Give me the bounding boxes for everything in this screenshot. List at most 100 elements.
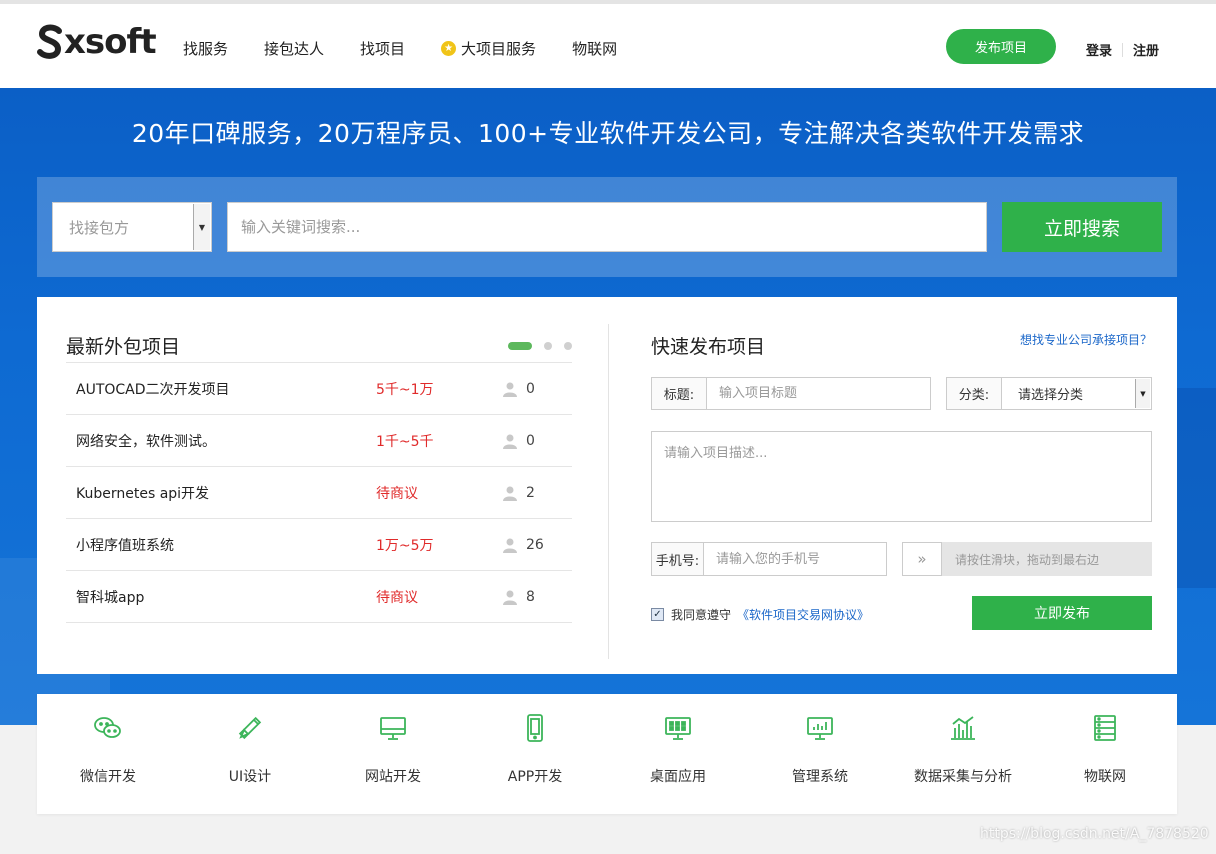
project-price: 1千~5千 bbox=[376, 433, 434, 450]
mobile-icon bbox=[527, 714, 543, 742]
category-select[interactable]: 请选择分类 ▼ bbox=[1002, 378, 1151, 409]
nav-contractors[interactable]: 接包达人 bbox=[264, 38, 324, 59]
logo-text: xsoft bbox=[64, 22, 157, 62]
project-row[interactable]: 小程序值班系统 1万~5万 26 bbox=[66, 519, 572, 571]
category-field-group: 分类: 请选择分类 ▼ bbox=[946, 377, 1152, 410]
bid-count: 26 bbox=[526, 536, 544, 553]
project-row[interactable]: Kubernetes api开发 待商议 2 bbox=[66, 467, 572, 519]
search-button[interactable]: 立即搜索 bbox=[1002, 202, 1162, 252]
nav-label: 找项目 bbox=[360, 40, 406, 58]
auth-separator bbox=[1122, 42, 1124, 57]
bid-count: 8 bbox=[526, 588, 535, 605]
category-app[interactable]: APP开发 bbox=[464, 694, 606, 814]
agreement-link[interactable]: 《软件项目交易网协议》 bbox=[737, 606, 869, 623]
server-list-icon bbox=[1094, 715, 1116, 741]
column-divider bbox=[608, 324, 609, 659]
bid-count: 2 bbox=[526, 484, 535, 501]
category-wechat[interactable]: 微信开发 bbox=[37, 694, 179, 814]
latest-projects-title: 最新外包项目 bbox=[66, 336, 181, 358]
slider-handle[interactable]: » bbox=[902, 542, 942, 576]
project-price: 5千~1万 bbox=[376, 381, 434, 398]
title-field-group: 标题: bbox=[651, 377, 931, 410]
hero-title: 20年口碑服务，20万程序员、100+专业软件开发公司，专注解决各类软件开发需求 bbox=[131, 119, 1085, 148]
agreement-row: ✓ 我同意遵守 《软件项目交易网协议》 bbox=[651, 606, 869, 623]
find-company-link[interactable]: 想找专业公司承接项目？ bbox=[1020, 331, 1152, 348]
category-website[interactable]: 网站开发 bbox=[322, 694, 464, 814]
project-bids: 0 bbox=[502, 381, 535, 397]
category-iot[interactable]: 物联网 bbox=[1034, 694, 1176, 814]
phone-field-label: 手机号: bbox=[652, 543, 704, 575]
phone-input[interactable] bbox=[704, 543, 886, 575]
wechat-icon bbox=[94, 717, 121, 738]
category-ui-design[interactable]: UI设计 bbox=[179, 694, 321, 814]
category-bar: 微信开发 UI设计 网站开发 APP开发 桌面应用 管理系统 数据采集与分析 物… bbox=[37, 694, 1177, 814]
register-link[interactable]: 注册 bbox=[1133, 40, 1159, 59]
carousel-dot[interactable] bbox=[544, 342, 552, 350]
nav-big-project[interactable]: ★ 大项目服务 bbox=[441, 38, 536, 59]
search-type-value: 找接包方 bbox=[69, 218, 130, 237]
nav-find-project[interactable]: 找项目 bbox=[360, 38, 405, 59]
project-list: AUTOCAD二次开发项目 5千~1万 0 网络安全，软件测试。 1千~5千 0… bbox=[66, 362, 572, 623]
category-label: 管理系统 bbox=[792, 769, 848, 785]
project-row[interactable]: AUTOCAD二次开发项目 5千~1万 0 bbox=[66, 363, 572, 415]
search-type-select[interactable]: 找接包方 ▼ bbox=[52, 202, 212, 252]
logo[interactable]: xsoft bbox=[37, 22, 157, 62]
nav-label: 接包达人 bbox=[264, 40, 325, 58]
category-label: UI设计 bbox=[228, 769, 272, 785]
project-name: Kubernetes api开发 bbox=[76, 485, 210, 502]
category-desktop[interactable]: 桌面应用 bbox=[607, 694, 749, 814]
bid-count: 0 bbox=[526, 380, 535, 397]
project-bids: 26 bbox=[502, 537, 544, 553]
project-row[interactable]: 网络安全，软件测试。 1千~5千 0 bbox=[66, 415, 572, 467]
category-label: 微信开发 bbox=[80, 769, 136, 785]
chart-screen-icon bbox=[807, 717, 833, 740]
desktop-app-icon bbox=[665, 717, 691, 740]
user-icon bbox=[503, 590, 517, 605]
category-data[interactable]: 数据采集与分析 bbox=[892, 694, 1034, 814]
category-label: APP开发 bbox=[507, 769, 563, 785]
category-management[interactable]: 管理系统 bbox=[749, 694, 891, 814]
category-select-value: 请选择分类 bbox=[1018, 388, 1084, 403]
category-field-label: 分类: bbox=[947, 378, 1002, 409]
category-label: 数据采集与分析 bbox=[914, 769, 1012, 785]
publish-project-button[interactable]: 发布项目 bbox=[946, 29, 1056, 64]
slider-captcha: » 请按住滑块，拖动到最右边 bbox=[902, 542, 1152, 576]
phone-field-group: 手机号: bbox=[651, 542, 887, 576]
main-nav: 找服务 接包达人 找项目 ★ 大项目服务 物联网 bbox=[183, 38, 653, 59]
carousel-dot[interactable] bbox=[564, 342, 572, 350]
watermark-text: https://blog.csdn.net/A_7878520 bbox=[980, 826, 1209, 842]
description-textarea[interactable] bbox=[651, 431, 1152, 522]
bid-count: 0 bbox=[526, 432, 535, 449]
project-name: 智科城app bbox=[76, 589, 145, 606]
carousel-dots bbox=[508, 342, 584, 350]
project-bids: 2 bbox=[502, 485, 535, 501]
project-row[interactable]: 智科城app 待商议 8 bbox=[66, 571, 572, 623]
user-icon bbox=[503, 382, 517, 397]
agree-checkbox[interactable]: ✓ bbox=[651, 608, 664, 621]
carousel-dot-active[interactable] bbox=[508, 342, 532, 350]
nav-label: 找服务 bbox=[183, 40, 229, 58]
project-name: AUTOCAD二次开发项目 bbox=[76, 381, 230, 398]
title-input[interactable] bbox=[707, 378, 930, 409]
project-name: 网络安全，软件测试。 bbox=[76, 433, 216, 450]
user-icon bbox=[503, 486, 517, 501]
login-link[interactable]: 登录 bbox=[1086, 40, 1112, 59]
project-bids: 8 bbox=[502, 589, 535, 605]
dropdown-arrow-icon: ▼ bbox=[1135, 379, 1150, 408]
category-label: 物联网 bbox=[1084, 769, 1126, 785]
slider-hint: 请按住滑块，拖动到最右边 bbox=[955, 552, 1100, 567]
title-field-label: 标题: bbox=[652, 378, 707, 409]
monitor-icon bbox=[380, 717, 406, 740]
project-price: 待商议 bbox=[376, 485, 418, 502]
user-icon bbox=[503, 434, 517, 449]
submit-publish-button[interactable]: 立即发布 bbox=[972, 596, 1152, 630]
logo-s-icon bbox=[37, 24, 62, 59]
nav-iot[interactable]: 物联网 bbox=[572, 38, 617, 59]
search-input[interactable] bbox=[227, 202, 987, 252]
quick-publish-title: 快速发布项目 bbox=[651, 336, 766, 358]
dropdown-arrow-icon: ▼ bbox=[193, 204, 210, 250]
nav-find-service[interactable]: 找服务 bbox=[183, 38, 228, 59]
star-badge-icon: ★ bbox=[441, 41, 457, 56]
category-label: 桌面应用 bbox=[650, 769, 706, 785]
design-tools-icon bbox=[238, 716, 262, 740]
